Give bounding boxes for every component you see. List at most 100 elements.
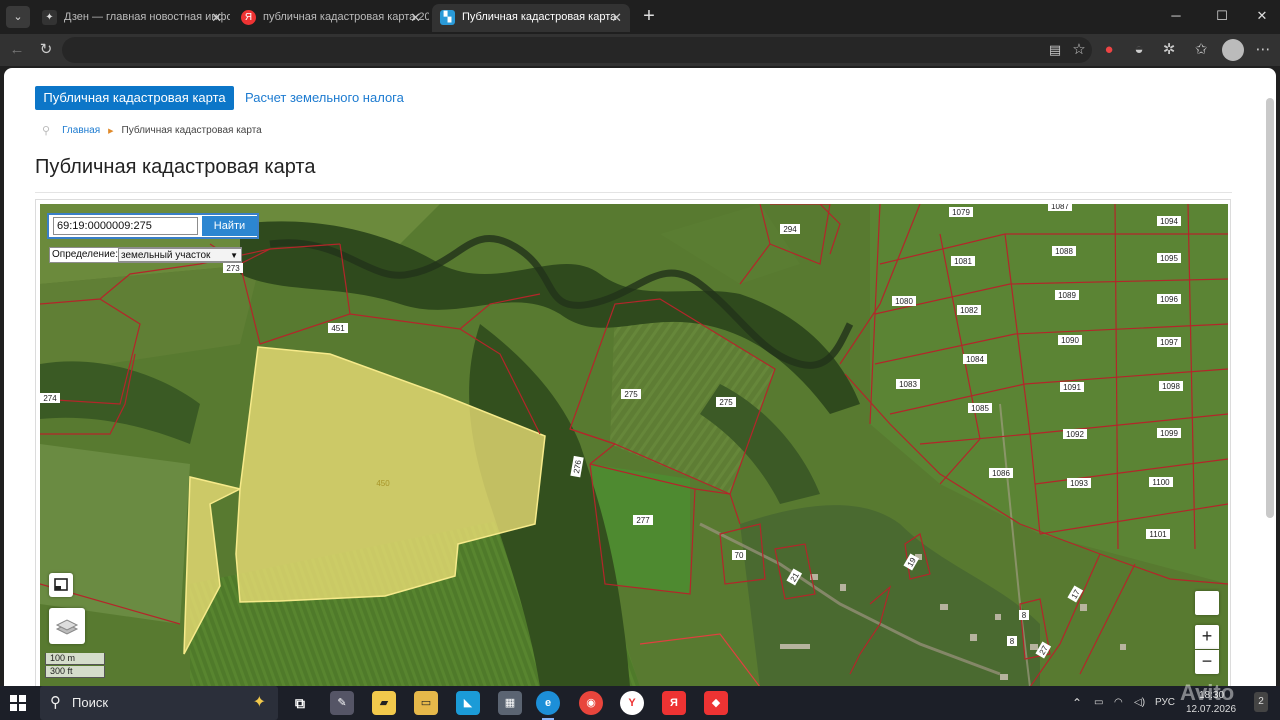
identify-tool-button[interactable] — [1195, 591, 1219, 615]
parcel-label[interactable]: 277 — [636, 516, 650, 525]
new-tab-button[interactable]: + — [638, 4, 660, 30]
parcel-label[interactable]: 1100 — [1152, 478, 1170, 487]
profile-avatar[interactable] — [1222, 39, 1244, 61]
parcel-label[interactable]: 1092 — [1066, 430, 1084, 439]
parcel-label[interactable]: 1081 — [954, 257, 972, 266]
parcel-label[interactable]: 273 — [226, 264, 240, 273]
tab-title: Дзен — главная новостная инфо — [64, 11, 230, 23]
zoom-out-button[interactable]: − — [1195, 650, 1219, 674]
store-icon[interactable]: ◣ — [456, 691, 480, 715]
taskbar-search[interactable]: ⚲ Поиск ✦ — [40, 686, 278, 720]
parcel-label[interactable]: 1088 — [1055, 247, 1073, 256]
tab-title: публичная кадастровая карта 20 — [263, 11, 429, 23]
back-arrow-icon[interactable]: ← — [6, 40, 28, 60]
parcel-label[interactable]: 8 — [1022, 611, 1027, 620]
pinned-app-icon[interactable]: ✎ — [330, 691, 354, 715]
site-icon: ▚ — [440, 10, 455, 25]
maximize-button[interactable]: ☐ — [1208, 6, 1236, 26]
layers-button[interactable] — [49, 608, 85, 644]
reload-icon[interactable]: ↻ — [35, 40, 57, 60]
parcel-label[interactable]: 1090 — [1061, 336, 1079, 345]
favorite-star-icon[interactable]: ☆ — [1068, 40, 1090, 60]
parcel-label[interactable]: 1087 — [1051, 204, 1069, 211]
yandex-icon[interactable]: Я — [662, 691, 686, 715]
reading-view-icon[interactable]: ▤ — [1044, 40, 1066, 60]
cadastral-map[interactable]: 294 1079 1087 1094 273 1081 1088 1095 45… — [40, 204, 1228, 686]
favorites-icon[interactable]: ✩ — [1190, 40, 1212, 60]
parcel-label[interactable]: 1086 — [992, 469, 1010, 478]
edge-browser-icon[interactable]: e — [536, 691, 560, 720]
tab-cadastral-map[interactable]: ▚ Публичная кадастровая карта ✕ — [432, 4, 630, 32]
parcel-label[interactable]: 1098 — [1162, 382, 1180, 391]
chrome-icon[interactable]: ◉ — [579, 691, 603, 715]
battery-icon[interactable]: ▭ — [1094, 686, 1103, 720]
search-icon: ⚲ — [50, 694, 61, 711]
wifi-icon[interactable]: ◠ — [1114, 686, 1123, 720]
parcel-label[interactable]: 1095 — [1160, 254, 1178, 263]
cadastral-search: Найти — [47, 213, 259, 239]
parcel-label[interactable]: 1099 — [1160, 429, 1178, 438]
object-type-select[interactable]: земельный участок ▼ — [118, 248, 242, 262]
parcel-label[interactable]: 1082 — [960, 306, 978, 315]
parcel-label[interactable]: 1096 — [1160, 295, 1178, 304]
volume-icon[interactable]: ◁) — [1134, 686, 1145, 720]
extension-shield-icon[interactable]: ● — [1098, 40, 1120, 60]
find-button[interactable]: Найти — [202, 216, 257, 236]
extension-circle-icon[interactable]: ◒ — [1128, 40, 1150, 60]
parcel-label[interactable]: 1093 — [1070, 479, 1088, 488]
more-menu-icon[interactable]: ⋯ — [1252, 40, 1274, 60]
anydesk-icon[interactable]: ◆ — [704, 691, 728, 715]
parcel-label[interactable]: 1084 — [966, 355, 984, 364]
parcel-label[interactable]: 294 — [783, 225, 797, 234]
parcel-label[interactable]: 1079 — [952, 208, 970, 217]
address-bar[interactable] — [62, 37, 1092, 63]
page-scrollbar[interactable] — [1266, 98, 1274, 518]
parcel-label[interactable]: 1094 — [1160, 217, 1178, 226]
calculator-icon[interactable]: ▦ — [498, 691, 522, 715]
nav-cadastral-map[interactable]: Публичная кадастровая карта — [35, 86, 234, 110]
close-tab-icon[interactable]: ✕ — [611, 4, 622, 31]
parcel-label[interactable]: 1089 — [1058, 291, 1076, 300]
scale-bar-imperial: 300 ft — [45, 666, 105, 678]
tab-actions-button[interactable]: ⌄ — [6, 6, 30, 28]
selected-parcel-label[interactable]: 450 — [376, 479, 390, 488]
fullscreen-button[interactable] — [49, 573, 73, 597]
parcel-label[interactable]: 1080 — [895, 297, 913, 306]
start-button[interactable] — [10, 695, 26, 711]
extensions-puzzle-icon[interactable]: ✲ — [1158, 40, 1180, 60]
parcel-label[interactable]: 1091 — [1063, 383, 1081, 392]
parcel-label[interactable]: 275 — [719, 398, 733, 407]
parcel-label[interactable]: 1083 — [899, 380, 917, 389]
tab-title: Публичная кадастровая карта — [462, 11, 617, 23]
parcel-label[interactable]: 1101 — [1149, 530, 1167, 539]
breadcrumb-current: Публичная кадастровая карта — [121, 125, 262, 136]
nav-land-tax[interactable]: Расчет земельного налога — [245, 86, 404, 110]
close-window-button[interactable]: ✕ — [1248, 6, 1276, 26]
task-view-icon[interactable]: ⧉ — [288, 691, 312, 715]
breadcrumb-home-link[interactable]: Главная — [62, 125, 100, 136]
tray-chevron-icon[interactable]: ⌃ — [1072, 686, 1082, 720]
parcel-label[interactable]: 451 — [331, 324, 345, 333]
yandex-browser-icon[interactable]: Y — [620, 691, 644, 715]
parcel-label[interactable]: 1085 — [971, 404, 989, 413]
close-tab-icon[interactable]: ✕ — [410, 4, 421, 31]
close-tab-icon[interactable]: ✕ — [211, 4, 222, 31]
parcel-label[interactable]: 70 — [735, 551, 744, 560]
cadastral-number-input[interactable] — [53, 217, 198, 235]
zoom-in-button[interactable]: + — [1195, 625, 1219, 649]
tab-yandex-search[interactable]: Я публичная кадастровая карта 20 ✕ — [233, 4, 429, 32]
tab-dzen[interactable]: ✦ Дзен — главная новостная инфо ✕ — [34, 4, 230, 32]
parcel-label[interactable]: 8 — [1010, 637, 1015, 646]
parcel-label[interactable]: 1097 — [1160, 338, 1178, 347]
dzen-icon: ✦ — [42, 10, 57, 25]
parcel-label[interactable]: 274 — [43, 394, 57, 403]
file-explorer-icon[interactable]: ▭ — [414, 691, 438, 715]
browser-toolbar: ← ↻ ▤ ☆ ● ◒ ✲ ✩ ⋯ — [0, 34, 1280, 66]
sticky-notes-icon[interactable]: ▰ — [372, 691, 396, 715]
map-canvas[interactable]: 294 1079 1087 1094 273 1081 1088 1095 45… — [40, 204, 1228, 686]
notifications-badge[interactable]: 2 — [1254, 692, 1268, 712]
parcel-label[interactable]: 275 — [624, 390, 638, 399]
input-language[interactable]: РУС — [1155, 686, 1175, 720]
page-title: Публичная кадастровая карта — [35, 156, 316, 178]
minimize-button[interactable]: ─ — [1162, 6, 1190, 26]
